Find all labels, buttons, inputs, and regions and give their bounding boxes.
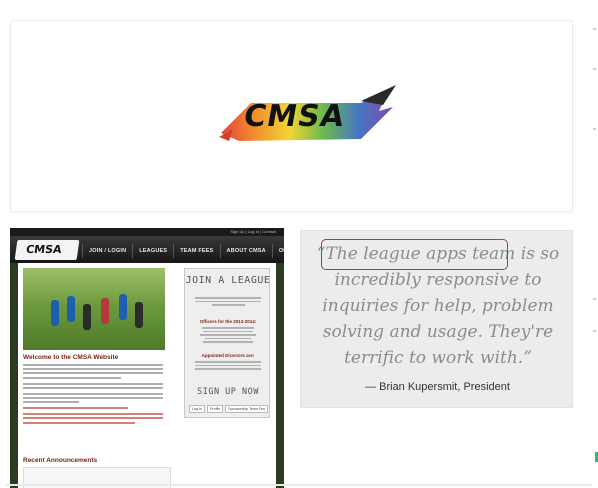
join-league-title: JOIN A LEAGUE xyxy=(185,275,271,286)
edge-fragment xyxy=(593,128,596,130)
testimonial-attribution: — Brian Kupersmit, President xyxy=(365,381,510,393)
quote-highlight-box xyxy=(321,239,508,270)
soccer-photo xyxy=(23,268,165,350)
join-league-text xyxy=(195,297,261,308)
site-logo: CMSA xyxy=(14,240,80,260)
directors-title: Appointed Directors are: xyxy=(201,353,255,358)
site-header: CMSA JOIN / LOGIN LEAGUES TEAM FEES ABOU… xyxy=(10,236,284,263)
site-topbar: Sign Up | Log In | Contact xyxy=(10,228,284,236)
site-topbar-links: Sign Up | Log In | Contact xyxy=(230,229,276,234)
website-screenshot: Sign Up | Log In | Contact CMSA JOIN / L… xyxy=(10,228,284,488)
logo-card: CMSA xyxy=(10,20,573,212)
site-sidebar: JOIN A LEAGUE Officers for the 2013-2014… xyxy=(184,268,270,418)
site-nav-events: OUR EVENTS xyxy=(271,244,284,258)
site-nav-team-fees: TEAM FEES xyxy=(173,244,219,258)
site-sponsorship-button: Sponsorship Team Fee xyxy=(225,405,269,413)
edge-fragment xyxy=(593,28,596,30)
site-nav-leagues: LEAGUES xyxy=(132,244,173,258)
cmsa-logo: CMSA xyxy=(211,81,401,161)
sign-up-title: SIGN UP NOW xyxy=(197,387,259,397)
site-login-button: Log In xyxy=(189,405,205,413)
site-welcome-title: Welcome to the CMSA Website xyxy=(23,354,119,361)
bottom-divider xyxy=(6,484,592,486)
site-welcome-text xyxy=(23,364,163,426)
officers-list xyxy=(195,327,261,345)
testimonial-card: “The league apps team is so incredibly r… xyxy=(300,230,573,408)
site-body: Welcome to the CMSA Website Recent Annou… xyxy=(18,263,276,488)
directors-list xyxy=(195,361,261,372)
edge-fragment xyxy=(593,68,596,70)
site-announcements-title: Recent Announcements xyxy=(23,457,98,464)
logo-text: CMSA xyxy=(240,99,348,134)
edge-fragment xyxy=(593,330,596,332)
site-nav-join: JOIN / LOGIN xyxy=(82,244,132,258)
officers-title: Officers for the 2013-2014: xyxy=(199,319,257,324)
site-sidebar-buttons: Log In Profile Sponsorship Team Fee xyxy=(189,405,269,413)
site-nav: JOIN / LOGIN LEAGUES TEAM FEES ABOUT CMS… xyxy=(82,244,284,258)
edge-fragment xyxy=(593,298,596,300)
site-profile-button: Profile xyxy=(207,405,224,413)
site-nav-about: ABOUT CMSA xyxy=(219,244,272,258)
